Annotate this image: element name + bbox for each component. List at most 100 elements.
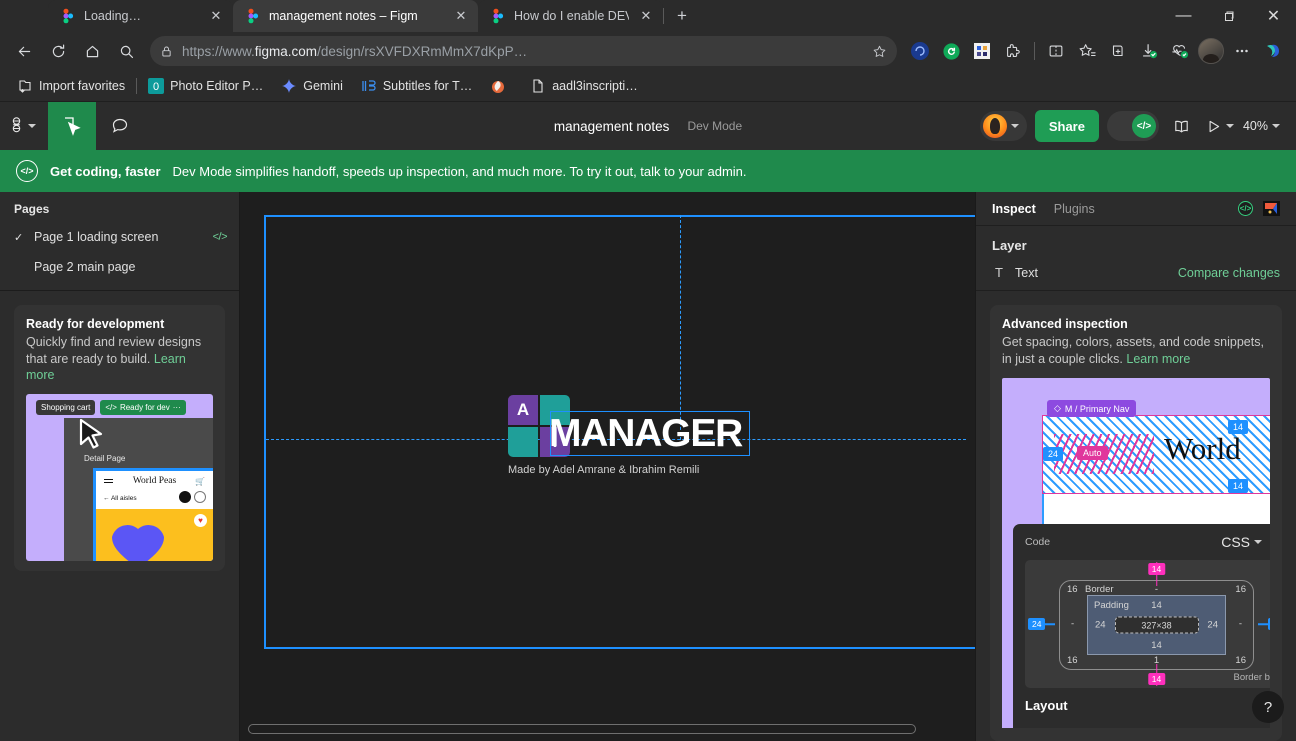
maximize-button[interactable] xyxy=(1206,0,1251,32)
new-tab-button[interactable]: + xyxy=(668,2,696,30)
border-left-value: - xyxy=(1071,618,1075,630)
dev-resources-icon[interactable]: </> xyxy=(1238,201,1253,216)
plugin-icon[interactable] xyxy=(1263,201,1280,216)
advanced-inspection-preview: ◇ M / Primary Nav Auto 24 14 14 World Co… xyxy=(1002,378,1270,729)
star-icon[interactable] xyxy=(872,44,887,59)
border-bottom-right-value: 16 xyxy=(1235,655,1246,667)
thumb-phone-mockup: World Peas 🛒 ← All aisles ♥ xyxy=(93,467,213,561)
help-button[interactable]: ? xyxy=(1252,691,1284,723)
extensions-icon[interactable] xyxy=(998,36,1028,66)
home-icon[interactable] xyxy=(76,35,108,67)
box-sizing-label: Border box xyxy=(1233,672,1270,684)
bookmark-gemini[interactable]: Gemini xyxy=(274,74,350,98)
card-body: Get spacing, colors, assets, and code sn… xyxy=(1002,335,1264,366)
chevron-down-icon xyxy=(1226,124,1235,128)
minimize-button[interactable]: — xyxy=(1161,0,1206,32)
selected-text-layer[interactable]: MANAGER xyxy=(549,411,750,456)
preview-sample-text: World xyxy=(1164,431,1241,467)
dev-mode-toggle[interactable]: </> xyxy=(1106,111,1159,141)
settings-more-icon[interactable] xyxy=(1227,36,1257,66)
reload-icon[interactable] xyxy=(42,35,74,67)
copilot-sidebar-icon[interactable] xyxy=(1258,36,1288,66)
comment-tool[interactable] xyxy=(96,102,144,150)
figma-logo-icon[interactable] xyxy=(0,102,48,150)
code-panel: Code CSS 14 14 24 16 16 16 16 Border - 1… xyxy=(1013,524,1270,729)
sidebar-item-page-1[interactable]: ✓ Page 1 loading screen </> xyxy=(0,222,239,252)
horizontal-scrollbar[interactable] xyxy=(248,724,916,734)
padding-right-value: 24 xyxy=(1207,619,1218,631)
downloads-icon[interactable] xyxy=(1134,36,1164,66)
tab-inspect[interactable]: Inspect xyxy=(992,202,1036,216)
close-button[interactable]: ✕ xyxy=(1251,0,1296,32)
collaborators-avatar[interactable] xyxy=(979,111,1027,141)
extension-app-icon[interactable] xyxy=(967,36,997,66)
advanced-inspection-card: Advanced inspection Get spacing, colors,… xyxy=(990,305,1282,741)
figma-icon xyxy=(245,8,261,24)
address-bar[interactable]: https://www.figma.com/design/rsXVFDXRmMm… xyxy=(150,36,897,66)
inspect-panel-tabs: Inspect Plugins </> xyxy=(976,192,1296,226)
text-layer-icon: T xyxy=(995,265,1003,280)
figma-app: management notes Dev Mode Share </> 40% … xyxy=(0,102,1296,741)
frame-name-badge: Shopping cart xyxy=(36,399,96,415)
browser-tab-2[interactable]: management notes – Figm ✕ xyxy=(233,0,478,32)
window-controls: — ✕ xyxy=(1161,0,1296,32)
present-play-icon[interactable] xyxy=(1205,111,1235,141)
collections-icon[interactable] xyxy=(1103,36,1133,66)
browser-tab-1[interactable]: Loading… ✕ xyxy=(48,0,233,32)
wordmark-text: MANAGER xyxy=(549,412,743,455)
layer-type-label: Text xyxy=(1015,265,1038,280)
layer-heading: Layer xyxy=(992,238,1027,253)
padding-left-value: 24 xyxy=(1095,619,1106,631)
split-screen-icon[interactable] xyxy=(1041,36,1071,66)
browser-essentials-icon[interactable] xyxy=(1165,36,1195,66)
ready-for-dev-badge: </> Ready for dev ··· xyxy=(100,399,186,415)
learn-more-link[interactable]: Learn more xyxy=(1126,352,1190,366)
zoom-level-control[interactable]: 40% xyxy=(1243,119,1284,133)
photo-editor-icon: 0 xyxy=(148,77,165,94)
tab-plugins[interactable]: Plugins xyxy=(1054,202,1095,216)
close-icon[interactable]: ✕ xyxy=(637,7,655,25)
share-button[interactable]: Share xyxy=(1034,110,1099,142)
close-icon[interactable]: ✕ xyxy=(452,7,470,25)
ready-for-development-card: Ready for development Quickly find and r… xyxy=(14,305,225,571)
favorites-icon[interactable] xyxy=(1072,36,1102,66)
search-icon[interactable] xyxy=(110,35,142,67)
design-canvas[interactable]: A I MANAGER Made by Adel Amrane & Ibrahi… xyxy=(240,192,975,741)
gemini-icon xyxy=(281,78,297,94)
banner-title: Get coding, faster xyxy=(50,163,161,179)
dev-ready-icon: </> xyxy=(212,231,228,243)
language-selector[interactable]: CSS xyxy=(1221,534,1262,550)
document-icon xyxy=(530,78,546,94)
bookmark-label: Subtitles for T… xyxy=(382,78,473,93)
move-tool[interactable] xyxy=(48,102,96,150)
refresh-circle-icon[interactable] xyxy=(936,36,966,66)
list-view-icon xyxy=(194,490,206,503)
browser-tab-3[interactable]: How do I enable DEV mod ✕ xyxy=(478,0,663,32)
compare-changes-link[interactable]: Compare changes xyxy=(1178,266,1280,280)
sidebar-item-page-2[interactable]: Page 2 main page xyxy=(0,252,239,282)
card-body: Quickly find and review designs that are… xyxy=(26,335,202,382)
credit-text: Made by Adel Amrane & Ibrahim Remili xyxy=(508,464,700,476)
bookmark-aadl3inscription[interactable]: aadl3inscripti… xyxy=(523,74,644,98)
layer-row[interactable]: T Text Compare changes xyxy=(992,265,1280,280)
chevron-down-icon xyxy=(28,124,36,128)
bookmark-firefox[interactable] xyxy=(483,74,519,98)
preview-spacing-top: 14 xyxy=(1227,420,1248,435)
svg-text:0: 0 xyxy=(153,81,159,93)
book-icon[interactable] xyxy=(1167,111,1197,141)
profile-avatar[interactable] xyxy=(1196,36,1226,66)
close-icon[interactable]: ✕ xyxy=(207,7,225,25)
browser-toolbar-icons xyxy=(905,36,1288,66)
box-model-diagram: 14 14 24 24 16 16 16 16 Border - xyxy=(1025,560,1270,689)
margin-right-value: 24 xyxy=(1267,618,1270,631)
preview-auto-badge: Auto xyxy=(1077,446,1108,461)
logo-tile-a: A xyxy=(508,395,538,425)
subtitles-icon xyxy=(361,78,377,94)
bookmark-photo-editor[interactable]: 0 Photo Editor P… xyxy=(141,74,270,98)
copilot-icon[interactable] xyxy=(905,36,935,66)
back-arrow-icon[interactable] xyxy=(8,35,40,67)
bookmark-import-favorites[interactable]: Import favorites xyxy=(10,74,132,98)
bookmark-subtitles[interactable]: Subtitles for T… xyxy=(354,74,479,98)
zoom-level: 40% xyxy=(1242,119,1268,133)
thumb-back-link: ← All aisles xyxy=(103,494,137,502)
